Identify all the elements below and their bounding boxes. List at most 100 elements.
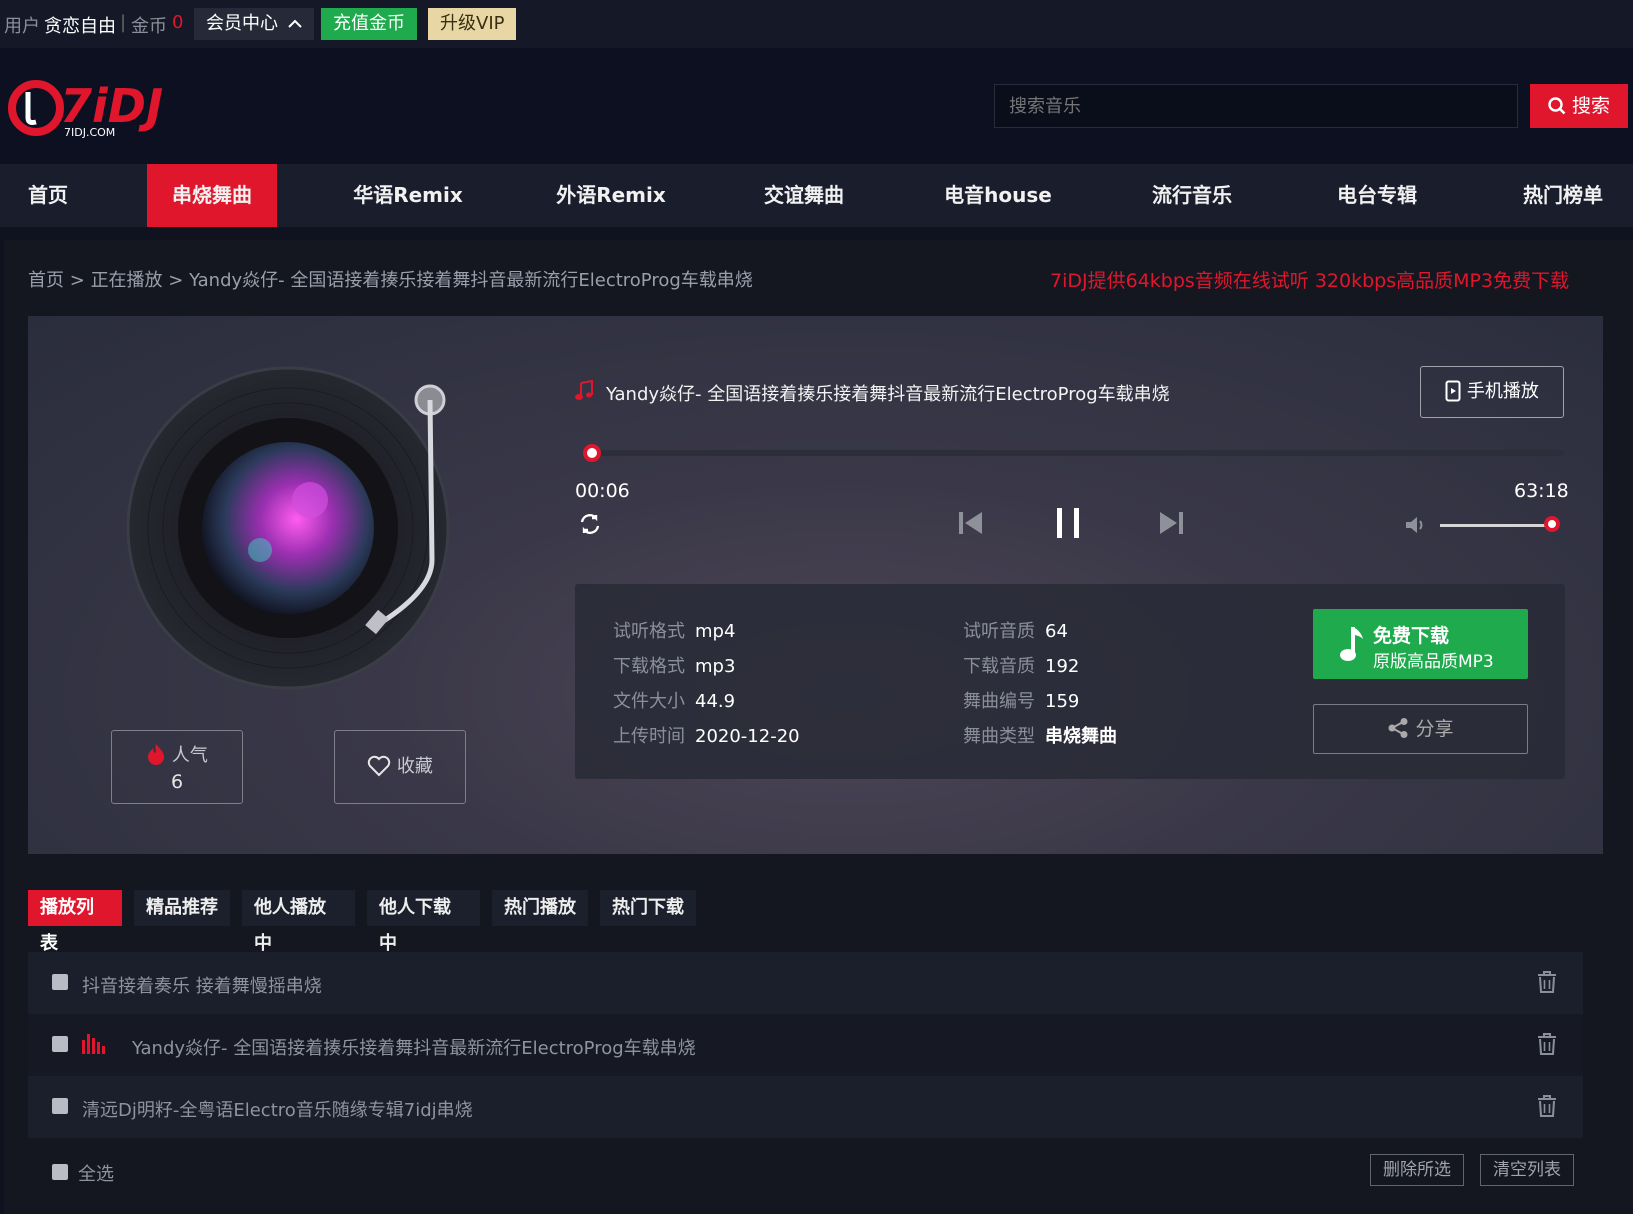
breadcrumb: 首页 > 正在播放 > Yandy焱仔- 全国语接着揍乐接着舞抖音最新流行Ele… bbox=[28, 266, 753, 292]
info-download-quality: 下载音质 192 bbox=[963, 652, 1079, 678]
nav-item-chinese-remix[interactable]: 华语Remix bbox=[342, 164, 474, 227]
promo-text: 7iDJ提供64kbps音频在线试听 320kbps高品质MP3免费下载 bbox=[1050, 270, 1570, 292]
list-item[interactable]: 抖音接着奏乐 接着舞慢摇串烧 bbox=[28, 952, 1583, 1014]
share-label: 分享 bbox=[1415, 718, 1454, 740]
progress-bar[interactable] bbox=[584, 450, 1564, 456]
info-value: 159 bbox=[1045, 691, 1080, 712]
list-item-title[interactable]: Yandy焱仔- 全国语接着揍乐接着舞抖音最新流行ElectroProg车载串烧 bbox=[132, 1034, 696, 1060]
logo-subtext: 7IDJ.COM bbox=[64, 126, 115, 139]
tab-others-downloading[interactable]: 他人下载中 bbox=[367, 890, 480, 954]
separator: | bbox=[120, 12, 127, 33]
breadcrumb-sep: > bbox=[168, 270, 184, 291]
row-checkbox[interactable] bbox=[52, 974, 68, 990]
info-key: 下载格式 bbox=[613, 656, 685, 677]
tab-hot-play[interactable]: 热门播放 bbox=[492, 890, 588, 926]
phone-icon bbox=[1445, 380, 1461, 402]
top-bar: 用户 贪恋自由 | 金币 0 会员中心 充值金币 升级VIP bbox=[0, 0, 1633, 48]
current-time: 00:06 bbox=[575, 480, 630, 502]
select-all-label[interactable]: 全选 bbox=[78, 1160, 114, 1186]
list-item-playing[interactable]: Yandy焱仔- 全国语接着揍乐接着舞抖音最新流行ElectroProg车载串烧 bbox=[28, 1014, 1583, 1076]
nav-item-charts[interactable]: 热门榜单 bbox=[1508, 164, 1618, 227]
breadcrumb-sep: > bbox=[69, 270, 85, 291]
equalizer-icon bbox=[82, 1034, 105, 1054]
previous-track-icon[interactable] bbox=[956, 508, 986, 538]
site-logo[interactable]: 7iDJ 7IDJ.COM bbox=[8, 72, 180, 140]
repeat-icon[interactable] bbox=[578, 512, 602, 536]
turntable-vinyl bbox=[126, 366, 450, 690]
volume-slider[interactable] bbox=[1440, 524, 1558, 527]
nav-item-ballroom[interactable]: 交谊舞曲 bbox=[749, 164, 859, 227]
nav-item-foreign-remix[interactable]: 外语Remix bbox=[546, 164, 676, 227]
trash-icon[interactable] bbox=[1536, 970, 1558, 994]
volume-handle[interactable] bbox=[1544, 516, 1561, 532]
chevron-up-icon bbox=[288, 19, 302, 28]
favorite-label: 收藏 bbox=[396, 756, 433, 777]
info-song-type: 舞曲类型 串烧舞曲 bbox=[963, 722, 1117, 748]
info-key: 试听格式 bbox=[613, 621, 685, 642]
search-button[interactable]: 搜索 bbox=[1530, 84, 1628, 128]
breadcrumb-now-playing[interactable]: 正在播放 bbox=[91, 270, 163, 291]
trash-icon[interactable] bbox=[1536, 1094, 1558, 1118]
info-key: 舞曲编号 bbox=[963, 691, 1035, 712]
select-all-checkbox[interactable] bbox=[52, 1164, 68, 1180]
nav-item-house[interactable]: 电音house bbox=[930, 164, 1066, 227]
info-value: 44.9 bbox=[695, 691, 736, 712]
heart-icon bbox=[367, 755, 391, 777]
breadcrumb-current: Yandy焱仔- 全国语接着揍乐接着舞抖音最新流行ElectroProg车载串烧 bbox=[189, 270, 753, 291]
row-checkbox[interactable] bbox=[52, 1098, 68, 1114]
info-download-format: 下载格式 mp3 bbox=[613, 652, 735, 678]
total-time: 63:18 bbox=[1514, 480, 1569, 502]
mobile-play-button[interactable]: 手机播放 bbox=[1420, 366, 1564, 418]
favorite-button[interactable]: 收藏 bbox=[334, 730, 466, 804]
info-song-id: 舞曲编号 159 bbox=[963, 687, 1079, 713]
info-value: 2020-12-20 bbox=[695, 726, 800, 747]
pause-icon[interactable] bbox=[1053, 506, 1083, 540]
popularity-count: 6 bbox=[170, 771, 184, 793]
nav-item-radio[interactable]: 电台专辑 bbox=[1322, 164, 1432, 227]
share-button[interactable]: 分享 bbox=[1313, 704, 1528, 754]
nav-item-pop[interactable]: 流行音乐 bbox=[1137, 164, 1247, 227]
tab-hot-download[interactable]: 热门下载 bbox=[600, 890, 696, 926]
info-key: 下载音质 bbox=[963, 656, 1035, 677]
music-note-icon bbox=[1340, 627, 1363, 661]
song-title: Yandy焱仔- 全国语接着揍乐接着舞抖音最新流行ElectroProg车载串烧 bbox=[606, 384, 1170, 405]
next-track-icon[interactable] bbox=[1156, 508, 1186, 538]
breadcrumb-home[interactable]: 首页 bbox=[28, 270, 64, 291]
delete-selected-button[interactable]: 删除所选 bbox=[1370, 1154, 1464, 1186]
free-download-button[interactable]: 免费下载 原版高品质MP3 bbox=[1313, 609, 1528, 679]
info-value: mp3 bbox=[695, 656, 736, 677]
nav-item-medley[interactable]: 串烧舞曲 bbox=[147, 164, 277, 227]
info-key: 文件大小 bbox=[613, 691, 685, 712]
search-input[interactable] bbox=[994, 84, 1518, 128]
info-value: 192 bbox=[1045, 656, 1080, 677]
info-key: 舞曲类型 bbox=[963, 726, 1035, 747]
tab-playlist[interactable]: 播放列表 bbox=[28, 890, 122, 954]
tab-others-playing[interactable]: 他人播放中 bbox=[242, 890, 355, 954]
share-icon bbox=[1388, 718, 1408, 738]
popularity-box: 人气 6 bbox=[111, 730, 243, 804]
recharge-button[interactable]: 充值金币 bbox=[321, 8, 417, 40]
list-item[interactable]: 清远Dj明籽-全粤语Electro音乐随缘专辑7idj串烧 bbox=[28, 1076, 1583, 1138]
tab-recommended[interactable]: 精品推荐 bbox=[134, 890, 230, 926]
download-sub-label: 原版高品质MP3 bbox=[1373, 652, 1494, 672]
music-note-icon bbox=[575, 380, 593, 400]
clear-list-button[interactable]: 清空列表 bbox=[1480, 1154, 1574, 1186]
trash-icon[interactable] bbox=[1536, 1032, 1558, 1056]
progress-handle[interactable] bbox=[582, 444, 601, 462]
info-key: 上传时间 bbox=[613, 726, 685, 747]
song-type-link[interactable]: 串烧舞曲 bbox=[1045, 726, 1117, 747]
list-item-title[interactable]: 清远Dj明籽-全粤语Electro音乐随缘专辑7idj串烧 bbox=[82, 1096, 473, 1122]
row-checkbox[interactable] bbox=[52, 1036, 68, 1052]
upgrade-vip-button[interactable]: 升级VIP bbox=[428, 8, 517, 40]
list-item-title[interactable]: 抖音接着奏乐 接着舞慢摇串烧 bbox=[82, 972, 322, 998]
username-link[interactable]: 贪恋自由 bbox=[44, 12, 116, 38]
info-value: mp4 bbox=[695, 621, 736, 642]
fire-icon bbox=[148, 744, 165, 765]
info-file-size: 文件大小 44.9 bbox=[613, 687, 735, 713]
site-header: 7iDJ 7IDJ.COM 搜索 bbox=[0, 48, 1633, 164]
search-button-label: 搜索 bbox=[1572, 95, 1611, 117]
member-center-button[interactable]: 会员中心 bbox=[194, 8, 314, 40]
nav-item-home[interactable]: 首页 bbox=[0, 164, 96, 227]
volume-icon[interactable] bbox=[1404, 514, 1426, 536]
info-value: 64 bbox=[1045, 621, 1068, 642]
